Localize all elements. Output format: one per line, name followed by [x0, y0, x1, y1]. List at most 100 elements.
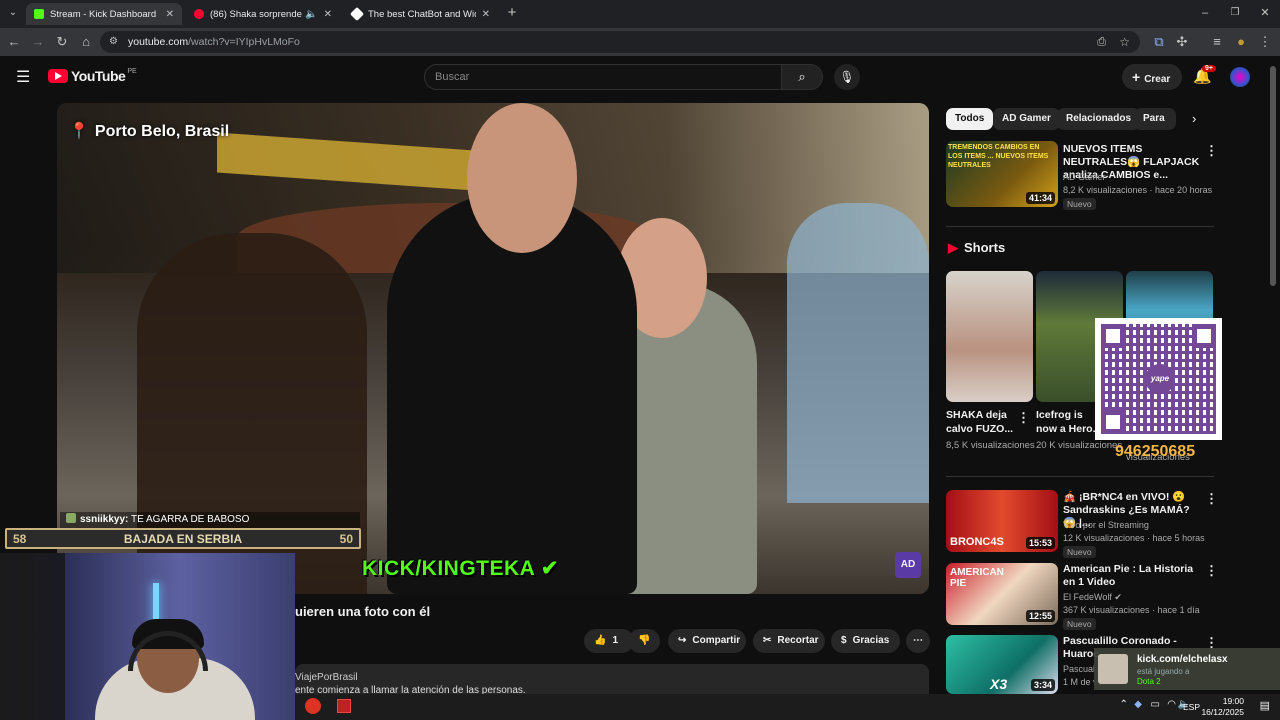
notification-count-badge: 9+ — [1202, 65, 1216, 72]
page-scrollbar[interactable] — [1270, 66, 1276, 286]
home-icon[interactable]: ⌂ — [77, 33, 95, 51]
forward-icon[interactable]: → — [29, 33, 47, 51]
more-actions-button[interactable]: ⋯ — [906, 629, 930, 653]
new-badge: Nuevo — [1063, 546, 1096, 558]
tray-chevron-icon[interactable]: ⌃ — [1120, 699, 1128, 710]
dota-icon[interactable] — [337, 699, 351, 713]
thumbs-down-icon: 👎 — [638, 635, 651, 646]
goal-bar-left-count: 58 — [13, 532, 27, 546]
clip-label: Recortar — [777, 635, 819, 646]
bot-icon — [349, 6, 365, 22]
share-button[interactable]: ↪ Compartir — [668, 629, 746, 653]
minimize-button[interactable]: – — [1196, 4, 1214, 22]
site-info-icon[interactable]: ⚙ — [109, 31, 118, 53]
thumbnail-text: X3 — [990, 676, 1008, 692]
browser-tab-bar: ⌄ Stream - Kick Dashboard ✕ (86) Shaka s… — [0, 0, 1280, 28]
video-thumbnail[interactable]: X3 3:34 — [946, 635, 1058, 694]
reload-icon[interactable]: ↻ — [53, 33, 71, 51]
language-indicator[interactable]: ESP — [1183, 702, 1200, 712]
video-duration: 12:55 — [1025, 610, 1055, 622]
chip-relacionados[interactable]: Relacionados — [1057, 108, 1141, 130]
plus-icon: + — [1132, 69, 1141, 85]
windows-taskbar: ⌃ ◆ ▭ ◠ 🔈 ESP 19:00 16/12/2025 ▤ — [295, 694, 1280, 720]
goal-bar: BAJADA EN SERBIA 58 50 — [5, 528, 361, 549]
channel-name[interactable]: AD Gamer — [1063, 171, 1106, 183]
new-tab-button[interactable]: + — [503, 4, 521, 22]
channel-name[interactable]: Vivo por el Streaming — [1063, 519, 1149, 531]
profile-avatar[interactable]: ● — [1232, 33, 1250, 51]
tab-kick-dashboard[interactable]: Stream - Kick Dashboard ✕ — [26, 3, 182, 25]
video-frame-man — [387, 193, 637, 594]
goal-bar-label: BAJADA EN SERBIA — [123, 532, 243, 546]
clock-time: 19:00 — [1222, 696, 1244, 706]
more-options-icon[interactable]: ⋮ — [1205, 491, 1218, 507]
short-title[interactable]: Icefrog is now a Hero... — [1036, 408, 1104, 436]
short-thumbnail[interactable] — [946, 271, 1033, 402]
chevron-right-icon[interactable]: › — [1192, 111, 1196, 126]
tab-chatbot[interactable]: The best ChatBot and Widgets ✕ — [344, 3, 498, 25]
more-options-icon[interactable]: ⋮ — [1205, 563, 1218, 579]
close-icon[interactable]: ✕ — [324, 9, 332, 20]
search-button[interactable]: ⌕ — [781, 64, 823, 90]
chip-ad-gamer[interactable]: AD Gamer — [993, 108, 1060, 130]
taskbar-clock[interactable]: 19:00 16/12/2025 — [1201, 696, 1244, 718]
search-input[interactable]: Buscar — [424, 64, 782, 90]
speaker-icon[interactable]: 🔈 — [305, 9, 317, 20]
more-options-icon[interactable]: ⋮ — [1017, 410, 1030, 426]
translate-icon[interactable]: ⧉ — [1150, 33, 1168, 51]
new-badge: Nuevo — [1063, 618, 1096, 630]
video-thumbnail[interactable]: AMERICAN PIE 12:55 — [946, 563, 1058, 625]
dislike-button[interactable]: 👎 — [628, 629, 660, 653]
short-title[interactable]: SHAKA deja calvo FUZO... — [946, 408, 1014, 436]
notification-game: Dota 2 — [1137, 677, 1161, 686]
like-button[interactable]: 👍 1 — [584, 629, 634, 653]
qr-corner — [1101, 324, 1125, 348]
voice-search-button[interactable]: 🎙 — [834, 64, 860, 90]
back-icon[interactable]: ← — [5, 33, 23, 51]
tab-youtube[interactable]: (86) Shaka sorprende en Br 🔈 ✕ — [186, 3, 340, 25]
window-close-button[interactable]: ✕ — [1256, 4, 1274, 22]
short-views: 20 K visualizaciones — [1036, 440, 1123, 451]
chat-text: TE AGARRA DE BABOSO — [130, 514, 250, 525]
media-control-icon[interactable]: ≡ — [1208, 33, 1226, 51]
close-icon[interactable]: ✕ — [482, 9, 490, 20]
restore-button[interactable]: ❐ — [1226, 4, 1244, 22]
clock-date: 16/12/2025 — [1201, 707, 1244, 717]
obs-icon[interactable] — [305, 698, 321, 714]
create-button[interactable]: + Crear — [1122, 64, 1182, 90]
close-icon[interactable]: ✕ — [166, 9, 174, 20]
install-icon[interactable]: ⎙ — [1097, 31, 1106, 53]
thanks-button[interactable]: $ Gracias — [831, 629, 900, 653]
tab-title: Stream - Kick Dashboard — [50, 8, 157, 20]
bookmark-star-icon[interactable]: ☆ — [1119, 31, 1130, 53]
kick-tag-text: KICK/KINGTEKA — [362, 557, 535, 580]
more-options-icon[interactable]: ⋮ — [1205, 143, 1218, 159]
notification-title: kick.com/elchelasx — [1137, 654, 1228, 665]
account-avatar[interactable] — [1230, 67, 1250, 87]
video-thumbnail[interactable]: TREMENDOS CAMBIOS EN LOS ITEMS ... NUEVO… — [946, 141, 1058, 207]
kick-icon — [34, 9, 44, 19]
youtube-play-icon — [48, 69, 68, 83]
video-duration: 3:34 — [1030, 679, 1055, 691]
display-icon[interactable]: ▭ — [1151, 699, 1160, 710]
channel-name[interactable]: El FedeWolf ✔ — [1063, 591, 1122, 603]
tab-search-icon[interactable]: ⌄ — [4, 4, 22, 22]
youtube-logo[interactable]: YouTube PE — [48, 68, 137, 84]
hamburger-menu-icon[interactable]: ☰ — [16, 67, 30, 87]
thanks-label: Gracias — [852, 635, 890, 646]
url-field[interactable]: ⚙ youtube.com/watch?v=IYIpHvLMoFo ⎙ ☆ — [100, 31, 1140, 53]
extensions-icon[interactable]: ✣ — [1173, 33, 1191, 51]
chip-todos[interactable]: Todos — [946, 108, 994, 130]
kick-channel-tag: KICK/KINGTEKA ✔ — [362, 556, 559, 581]
channel-watermark[interactable]: AD — [895, 552, 921, 578]
video-title[interactable]: American Pie : La Historia en 1 Video — [1063, 563, 1203, 589]
notification-center-icon[interactable]: ▤ — [1260, 699, 1270, 712]
wifi-icon[interactable]: ◠ — [1167, 699, 1176, 710]
video-thumbnail[interactable]: BRONC4S 15:53 — [946, 490, 1058, 552]
notification-avatar — [1098, 654, 1128, 684]
browser-menu-icon[interactable]: ⋮ — [1256, 33, 1274, 51]
tray-app-icon[interactable]: ◆ — [1134, 699, 1142, 710]
clip-button[interactable]: ✂ Recortar — [753, 629, 825, 653]
chip-para-ti[interactable]: Para ti — [1134, 108, 1176, 130]
streamer-webcam — [0, 553, 295, 720]
